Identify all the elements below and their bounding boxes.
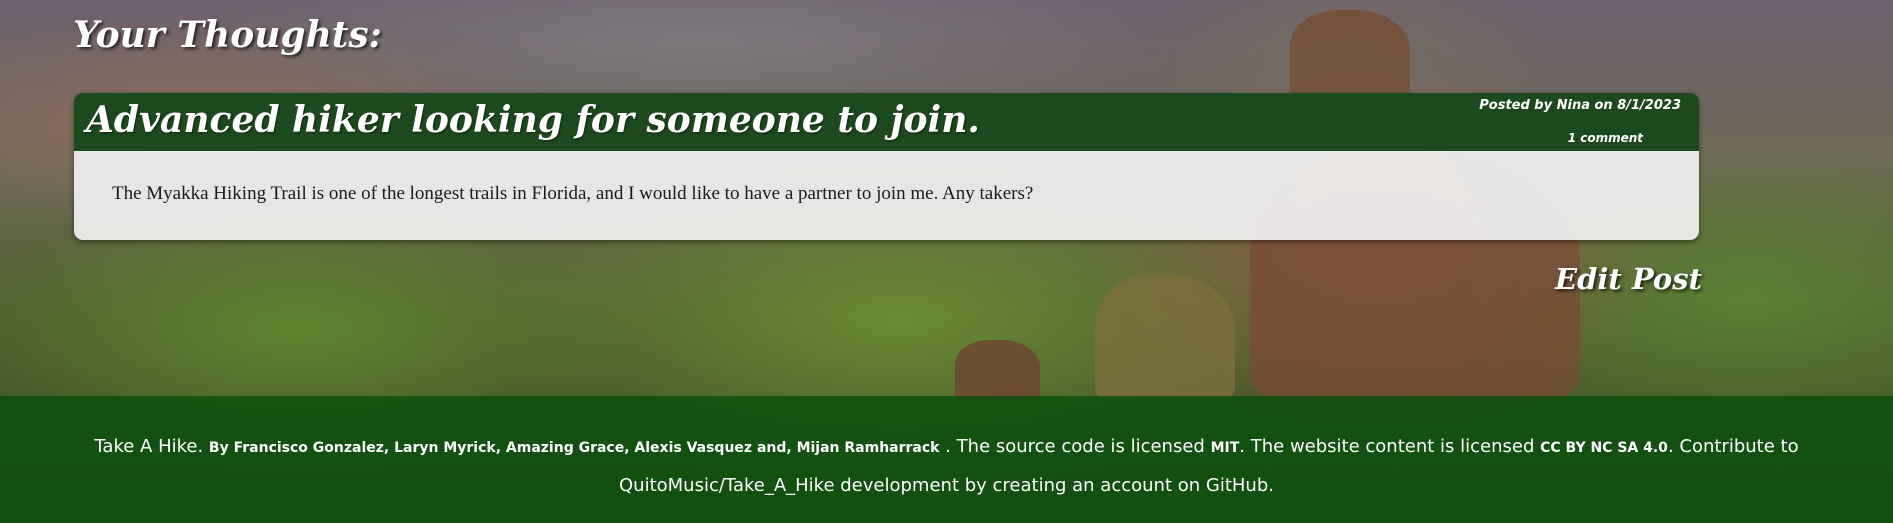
rock-peak-small	[1290, 10, 1410, 100]
footer-site-name: Take A Hike.	[94, 436, 204, 457]
footer-content-license[interactable]: CC BY NC SA 4.0	[1540, 440, 1668, 456]
footer: Take A Hike. By Francisco Gonzalez, Lary…	[0, 396, 1893, 523]
post-card: Advanced hiker looking for someone to jo…	[74, 93, 1699, 240]
edit-post-button[interactable]: Edit Post	[1555, 262, 1702, 296]
footer-authors: By Francisco Gonzalez, Laryn Myrick, Ama…	[208, 440, 940, 456]
post-meta: Posted by Nina on 8/1/2023	[1461, 98, 1681, 113]
page-heading: Your Thoughts:	[73, 14, 382, 56]
footer-code-license[interactable]: MIT	[1211, 440, 1240, 456]
post-byline: Posted by Nina on 8/1/2023	[1479, 98, 1681, 113]
rock-spire-2	[955, 340, 1040, 400]
post-header: Advanced hiker looking for someone to jo…	[74, 93, 1699, 151]
post-title[interactable]: Advanced hiker looking for someone to jo…	[86, 99, 980, 141]
post-comments-link[interactable]: 1 comment	[1568, 131, 1643, 145]
post-text: The Myakka Hiking Trail is one of the lo…	[112, 183, 1034, 204]
rock-spire	[1095, 275, 1235, 400]
footer-content-text: . The website content is licensed	[1239, 436, 1535, 457]
post-body: The Myakka Hiking Trail is one of the lo…	[74, 151, 1699, 240]
footer-code-text: . The source code is licensed	[945, 436, 1205, 457]
